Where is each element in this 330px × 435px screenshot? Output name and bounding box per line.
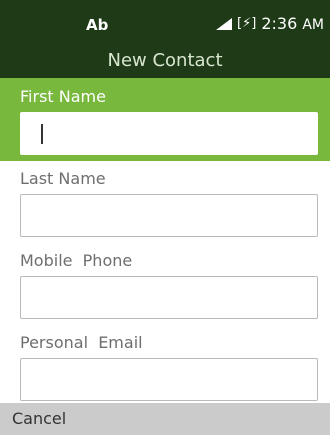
last-name-input[interactable]: [20, 194, 318, 237]
header: New Contact: [0, 44, 330, 78]
status-indicators: [⚡] 2:36 AM: [216, 14, 324, 34]
personal-email-input[interactable]: [20, 358, 318, 401]
battery-charging-icon: [⚡]: [237, 16, 257, 31]
first-name-input[interactable]: [20, 112, 318, 155]
clock-time: 2:36: [261, 13, 298, 33]
mobile-phone-label: Mobile Phone: [20, 251, 133, 270]
text-caret: [41, 124, 43, 144]
first-name-field-group: First Name: [0, 78, 330, 161]
personal-email-field-group: Personal Email: [0, 325, 330, 403]
clock-ampm: AM: [302, 16, 324, 33]
input-mode-indicator: Ab: [86, 16, 109, 34]
last-name-label: Last Name: [20, 169, 106, 188]
clock: 2:36 AM: [261, 13, 324, 34]
page-title: New Contact: [107, 50, 223, 71]
last-name-field-group: Last Name: [0, 161, 330, 243]
softkey-bar: Cancel: [0, 403, 330, 435]
cancel-button[interactable]: Cancel: [12, 409, 66, 429]
mobile-phone-input[interactable]: [20, 276, 318, 319]
contact-form: First Name Last Name Mobile Phone Person…: [0, 78, 330, 403]
personal-email-label: Personal Email: [20, 333, 143, 352]
status-bar: Ab [⚡] 2:36 AM: [0, 0, 330, 44]
new-contact-screen: Ab [⚡] 2:36 AM New Contact First Name La…: [0, 0, 330, 435]
mobile-phone-field-group: Mobile Phone: [0, 243, 330, 325]
signal-icon: [216, 18, 233, 30]
first-name-label: First Name: [20, 87, 106, 106]
